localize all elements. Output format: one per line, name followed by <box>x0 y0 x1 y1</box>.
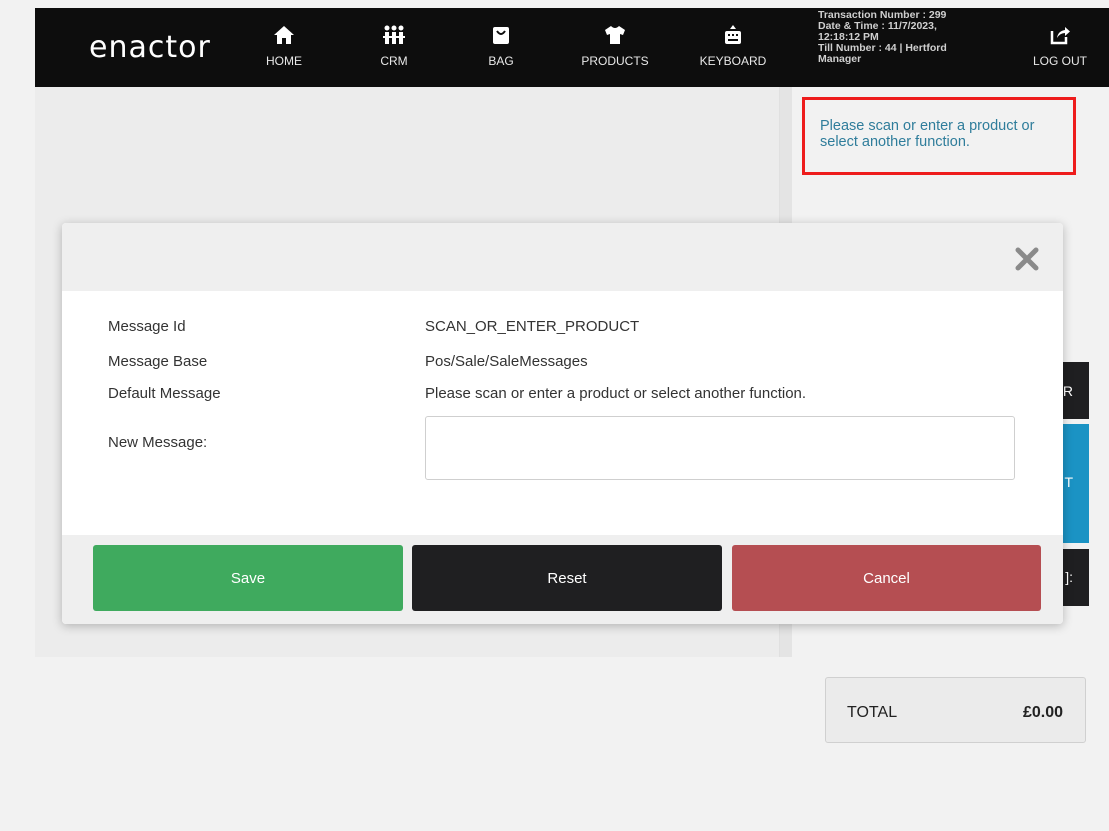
nav-bag[interactable]: BAG <box>456 24 546 68</box>
keyboard-icon <box>725 25 741 44</box>
nav-products-label: PRODUCTS <box>581 54 649 68</box>
transaction-info: Transaction Number : 299 Date & Time : 1… <box>818 10 988 65</box>
nav-keyboard[interactable]: KEYBOARD <box>688 24 778 68</box>
nav-crm[interactable]: CRM <box>349 24 439 68</box>
nav-products[interactable]: PRODUCTS <box>570 24 660 68</box>
message-base-label: Message Base <box>108 353 208 370</box>
tshirt-icon <box>605 26 625 44</box>
nav-crm-label: CRM <box>380 54 408 68</box>
message-id-value: SCAN_OR_ENTER_PRODUCT <box>425 318 640 335</box>
side-button-3-label: ]: <box>1065 569 1073 585</box>
logout-button[interactable]: LOG OUT <box>1015 24 1105 68</box>
nav-keyboard-label: KEYBOARD <box>699 54 767 68</box>
side-button-2-label: T <box>1064 474 1073 490</box>
dialog-footer: Save Reset Cancel <box>62 535 1063 624</box>
total-value: £0.00 <box>1022 704 1063 721</box>
close-icon <box>1015 247 1039 271</box>
total-box: TOTAL £0.00 <box>825 677 1086 743</box>
new-message-label: New Message: <box>108 434 208 451</box>
home-icon <box>274 26 294 44</box>
message-id-label: Message Id <box>108 318 186 335</box>
user-role: Manager <box>818 53 862 65</box>
message-base-value: Pos/Sale/SaleMessages <box>425 353 588 370</box>
cancel-button[interactable]: Cancel <box>732 545 1041 611</box>
logout-icon <box>1050 27 1070 45</box>
operator-prompt: Please scan or enter a product or select… <box>802 97 1076 175</box>
reset-button[interactable]: Reset <box>412 545 722 611</box>
new-message-input[interactable] <box>425 416 1015 480</box>
save-button[interactable]: Save <box>93 545 403 611</box>
logout-label: LOG OUT <box>1032 54 1087 68</box>
nav-home-label: HOME <box>266 54 302 68</box>
nav-home[interactable]: HOME <box>239 24 329 68</box>
prompt-text: Please scan or enter a product or select… <box>820 118 1035 150</box>
people-icon <box>383 25 405 44</box>
top-navigation-bar: enactor HOME CRM BAG PRODUCTS KEYBOARD T… <box>35 8 1109 87</box>
edit-message-dialog: Message Id SCAN_OR_ENTER_PRODUCT Message… <box>62 223 1063 624</box>
dialog-header <box>62 223 1063 291</box>
default-message-label: Default Message <box>108 385 221 402</box>
total-label: TOTAL <box>847 704 898 721</box>
close-button[interactable] <box>1012 244 1042 274</box>
side-button-1-label: R <box>1062 383 1073 399</box>
nav-bag-label: BAG <box>488 54 514 68</box>
default-message-value: Please scan or enter a product or select… <box>425 385 807 402</box>
bag-icon <box>493 27 509 44</box>
enactor-logo: enactor <box>89 30 211 65</box>
